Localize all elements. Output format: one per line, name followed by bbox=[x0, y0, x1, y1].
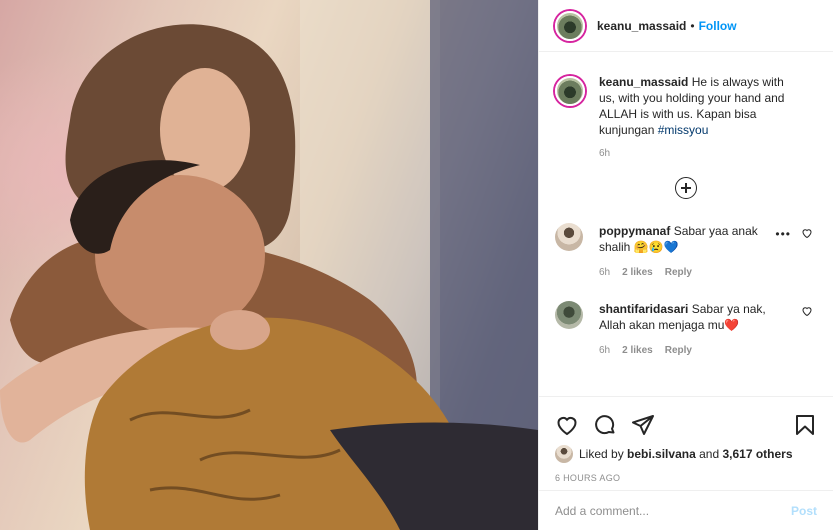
comment-icon[interactable] bbox=[593, 413, 617, 437]
post-header: keanu_massaid • Follow bbox=[539, 0, 833, 52]
comment-like-heart-icon[interactable] bbox=[801, 305, 813, 320]
comment-likes[interactable]: 2 likes bbox=[622, 343, 653, 359]
comment-item: shantifaridasari Sabar ya nak, Allah aka… bbox=[539, 301, 833, 359]
commenter-avatar[interactable] bbox=[555, 223, 583, 251]
comment-time[interactable]: 6h bbox=[599, 343, 610, 359]
liker-username[interactable]: bebi.silvana bbox=[627, 447, 696, 461]
comment-meta: 6h 2 likes Reply bbox=[599, 265, 769, 281]
commenter-avatar[interactable] bbox=[555, 301, 583, 329]
caption-hashtag[interactable]: #missyou bbox=[658, 123, 709, 137]
load-more bbox=[539, 177, 833, 199]
comment-body: poppymanaf Sabar yaa anak shalih 🤗😢💙 6h … bbox=[599, 223, 769, 281]
comment-time[interactable]: 6h bbox=[599, 265, 610, 281]
more-options-icon[interactable]: ••• bbox=[775, 227, 791, 241]
separator-dot: • bbox=[690, 18, 695, 33]
heart-icon[interactable] bbox=[555, 413, 579, 437]
comment-username[interactable]: shantifaridasari bbox=[599, 302, 688, 316]
add-comment-bar: Post bbox=[539, 490, 833, 530]
plus-circle-icon[interactable] bbox=[675, 177, 697, 199]
follow-button[interactable]: Follow bbox=[699, 19, 737, 33]
instagram-post-modal: keanu_massaid • Follow keanu_massaid He … bbox=[0, 0, 833, 530]
caption-time[interactable]: 6h bbox=[599, 148, 785, 159]
comment-body: shantifaridasari Sabar ya nak, Allah aka… bbox=[599, 301, 769, 359]
comment-like-heart-icon[interactable] bbox=[801, 227, 813, 242]
likes-prefix: Liked by bbox=[579, 447, 624, 461]
post-photo[interactable] bbox=[0, 0, 538, 530]
comments-section[interactable]: keanu_massaid He is always with us, with… bbox=[539, 58, 833, 396]
comment-likes[interactable]: 2 likes bbox=[622, 265, 653, 281]
comment-item: poppymanaf Sabar yaa anak shalih 🤗😢💙 6h … bbox=[539, 223, 833, 281]
likes-count[interactable]: 3,617 others bbox=[722, 447, 792, 461]
post-caption: keanu_massaid He is always with us, with… bbox=[539, 58, 833, 159]
caption-text: keanu_massaid He is always with us, with… bbox=[599, 74, 785, 138]
likes-middle: and bbox=[699, 447, 720, 461]
post-actions: Liked by bebi.silvana and 3,617 others 6… bbox=[539, 396, 833, 483]
caption-username[interactable]: keanu_massaid bbox=[599, 75, 688, 89]
share-icon[interactable] bbox=[631, 413, 655, 437]
liker-avatar[interactable] bbox=[555, 445, 573, 463]
caption-author-avatar[interactable] bbox=[555, 76, 585, 106]
photo-illustration bbox=[0, 0, 538, 530]
action-bar bbox=[555, 405, 817, 445]
comment-input[interactable] bbox=[555, 503, 791, 518]
post-sidebar: keanu_massaid • Follow keanu_massaid He … bbox=[538, 0, 833, 530]
author-username[interactable]: keanu_massaid bbox=[597, 19, 686, 33]
likes-summary: Liked by bebi.silvana and 3,617 others bbox=[555, 445, 817, 463]
comment-username[interactable]: poppymanaf bbox=[599, 224, 670, 238]
comment-meta: 6h 2 likes Reply bbox=[599, 343, 769, 359]
post-timestamp[interactable]: 6 HOURS AGO bbox=[555, 473, 817, 483]
reply-button[interactable]: Reply bbox=[665, 265, 692, 281]
bookmark-icon[interactable] bbox=[793, 413, 817, 437]
author-avatar[interactable] bbox=[555, 10, 585, 41]
post-button[interactable]: Post bbox=[791, 504, 817, 518]
reply-button[interactable]: Reply bbox=[665, 343, 692, 359]
